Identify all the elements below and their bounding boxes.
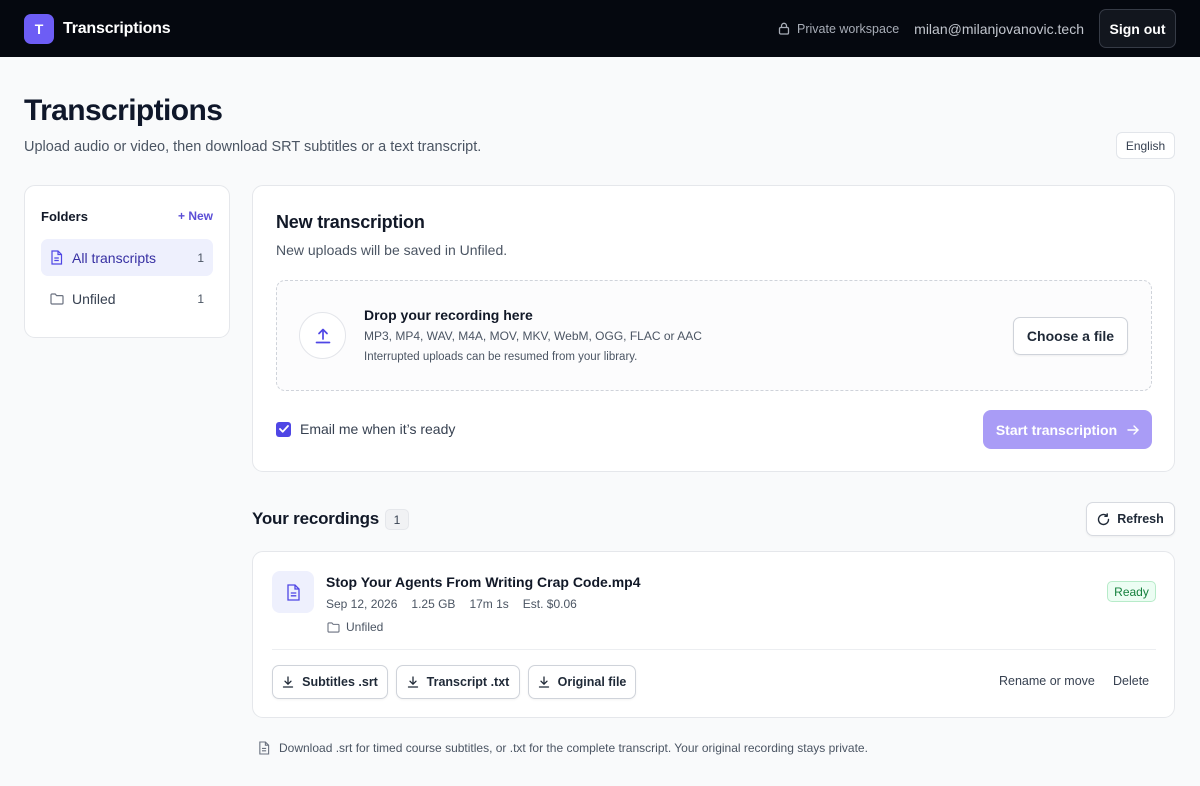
choose-file-button[interactable]: Choose a file bbox=[1013, 317, 1128, 355]
email-notify-label: Email me when it’s ready bbox=[300, 421, 456, 437]
rename-or-move-button[interactable]: Rename or move bbox=[999, 674, 1095, 688]
folders-panel: Folders + New All transcripts 1 Unfiled … bbox=[24, 185, 230, 338]
dropzone-formats: MP3, MP4, WAV, M4A, MOV, MKV, WebM, OGG,… bbox=[364, 329, 702, 343]
file-dropzone[interactable]: Drop your recording here MP3, MP4, WAV, … bbox=[276, 280, 1152, 391]
recording-card: Stop Your Agents From Writing Crap Code.… bbox=[252, 551, 1175, 718]
check-icon bbox=[278, 425, 289, 433]
download-txt-label: Transcript .txt bbox=[426, 675, 510, 689]
recordings-count-badge: 1 bbox=[385, 509, 409, 530]
folder-item-all-transcripts[interactable]: All transcripts 1 bbox=[41, 239, 213, 276]
download-icon bbox=[538, 676, 549, 688]
start-transcription-button[interactable]: Start transcription bbox=[983, 410, 1152, 449]
download-icon bbox=[282, 676, 294, 688]
refresh-label: Refresh bbox=[1117, 512, 1164, 526]
document-icon bbox=[50, 250, 64, 266]
top-bar: T Transcriptions Private workspace milan… bbox=[0, 0, 1200, 57]
app-title[interactable]: Transcriptions bbox=[63, 20, 171, 38]
document-icon bbox=[259, 741, 270, 755]
recording-meta: Sep 12, 2026 1.25 GB 17m 1s Est. $0.06 bbox=[326, 597, 577, 611]
app-logo[interactable]: T bbox=[24, 13, 54, 44]
folders-header: Folders + New bbox=[41, 208, 213, 224]
new-folder-button[interactable]: + New bbox=[178, 209, 213, 223]
lock-icon bbox=[778, 22, 790, 35]
folder-label: All transcripts bbox=[72, 249, 157, 266]
recording-folder: Unfiled bbox=[327, 620, 383, 634]
delete-button[interactable]: Delete bbox=[1113, 674, 1149, 688]
upload-icon bbox=[299, 312, 346, 359]
new-transcription-subtitle: New uploads will be saved in Unfiled. bbox=[276, 242, 508, 258]
refresh-icon bbox=[1098, 512, 1110, 525]
recording-name[interactable]: Stop Your Agents From Writing Crap Code.… bbox=[326, 574, 641, 590]
folders-title: Folders bbox=[41, 208, 88, 224]
dropzone-note: Interrupted uploads can be resumed from … bbox=[364, 351, 638, 363]
recording-duration: 17m 1s bbox=[469, 597, 509, 611]
dropzone-title: Drop your recording here bbox=[364, 307, 533, 323]
refresh-button[interactable]: Refresh bbox=[1086, 502, 1175, 536]
recordings-title: Your recordings bbox=[252, 509, 380, 528]
footer-note-text: Download .srt for timed course subtitles… bbox=[279, 741, 868, 755]
download-original-label: Original file bbox=[557, 675, 627, 689]
folder-count: 1 bbox=[197, 250, 204, 265]
folder-icon bbox=[327, 621, 340, 633]
page-subtitle: Upload audio or video, then download SRT… bbox=[24, 139, 482, 155]
language-select[interactable]: English bbox=[1116, 132, 1175, 159]
download-icon bbox=[407, 676, 418, 688]
download-srt-button[interactable]: Subtitles .srt bbox=[272, 665, 388, 699]
email-notify-checkbox[interactable]: Email me when it’s ready bbox=[276, 421, 455, 437]
new-transcription-title: New transcription bbox=[276, 212, 425, 232]
recording-folder-label: Unfiled bbox=[346, 620, 384, 634]
sign-out-button[interactable]: Sign out bbox=[1099, 9, 1176, 48]
workspace-indicator: Private workspace bbox=[778, 22, 899, 36]
arrow-right-icon bbox=[1127, 424, 1139, 435]
status-badge: Ready bbox=[1107, 581, 1156, 602]
download-srt-label: Subtitles .srt bbox=[302, 675, 378, 689]
footer-note: Download .srt for timed course subtitles… bbox=[258, 741, 868, 755]
top-bar-right: Private workspace milan@milanjovanovic.t… bbox=[778, 9, 1176, 48]
recording-date: Sep 12, 2026 bbox=[326, 597, 398, 611]
recording-cost: Est. $0.06 bbox=[522, 597, 577, 611]
folder-icon bbox=[50, 291, 64, 307]
checkbox-checked[interactable] bbox=[276, 421, 291, 437]
folder-label: Unfiled bbox=[72, 290, 116, 307]
start-transcription-label: Start transcription bbox=[995, 421, 1118, 438]
folder-count: 1 bbox=[197, 291, 204, 306]
workspace-label: Private workspace bbox=[797, 21, 900, 36]
download-txt-button[interactable]: Transcript .txt bbox=[396, 665, 520, 699]
recording-size: 1.25 GB bbox=[411, 597, 456, 611]
card-divider bbox=[272, 649, 1156, 650]
file-icon bbox=[272, 571, 314, 613]
user-email: milan@milanjovanovic.tech bbox=[914, 20, 1084, 37]
folder-item-unfiled[interactable]: Unfiled 1 bbox=[41, 280, 213, 317]
page-title: Transcriptions bbox=[24, 94, 223, 127]
download-original-button[interactable]: Original file bbox=[528, 665, 636, 699]
new-transcription-card: New transcription New uploads will be sa… bbox=[252, 185, 1175, 472]
